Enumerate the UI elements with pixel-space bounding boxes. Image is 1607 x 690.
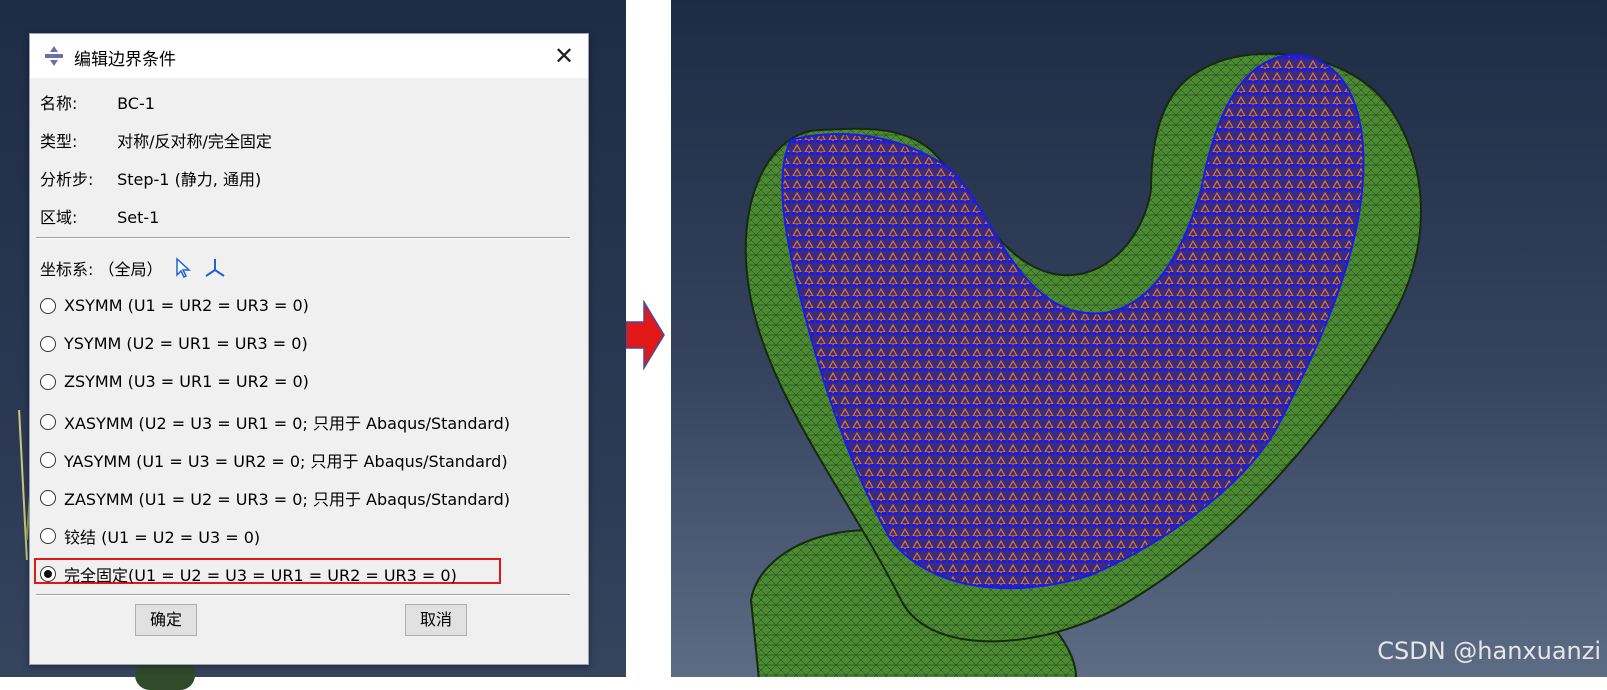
csys-label: 坐标系: （全局） — [40, 260, 163, 279]
option-label: ZSYMM (U3 = UR1 = UR2 = 0) — [64, 372, 309, 391]
option-label: 铰结 (U1 = U2 = U3 = 0) — [64, 528, 261, 547]
field-step: 分析步: Step-1 (静力, 通用) — [40, 166, 261, 190]
option-label: ZASYMM (U1 = U2 = UR3 = 0; 只用于 Abaqus/St… — [64, 490, 511, 509]
ok-button[interactable]: 确定 — [135, 604, 197, 636]
meshed-model — [744, 52, 1422, 677]
radio-button[interactable] — [40, 373, 56, 390]
field-type: 类型: 对称/反对称/完全固定 — [40, 128, 272, 152]
option-zasymm[interactable]: ZASYMM (U1 = U2 = UR3 = 0; 只用于 Abaqus/St… — [40, 486, 510, 510]
option-yasymm[interactable]: YASYMM (U1 = U3 = UR2 = 0; 只用于 Abaqus/St… — [40, 448, 508, 472]
field-value: Set-1 — [117, 208, 160, 227]
option-encastre[interactable]: 完全固定(U1 = U2 = U3 = UR1 = UR2 = UR3 = 0) — [40, 562, 457, 586]
field-label: 类型: — [40, 132, 78, 151]
field-label: 分析步: — [40, 170, 94, 189]
radio-button[interactable] — [40, 414, 56, 430]
radio-button[interactable] — [40, 335, 56, 352]
radio-button-selected[interactable] — [40, 566, 56, 582]
radio-button[interactable] — [40, 297, 56, 314]
close-button[interactable]: ✕ — [548, 40, 580, 72]
option-label: 完全固定(U1 = U2 = U3 = UR1 = UR2 = UR3 = 0) — [64, 566, 457, 585]
radio-button[interactable] — [40, 490, 56, 506]
model-viewport[interactable]: CSDN @hanxuanzi — [671, 0, 1607, 677]
field-name: 名称: BC-1 — [40, 90, 155, 114]
dialog-title-bar[interactable]: 编辑边界条件 ✕ — [30, 34, 588, 78]
csys-axes-icon[interactable] — [204, 257, 226, 279]
option-label: XASYMM (U2 = U3 = UR1 = 0; 只用于 Abaqus/St… — [64, 414, 511, 433]
right-arrow-icon — [626, 300, 665, 370]
option-ysymm[interactable]: YSYMM (U2 = UR1 = UR3 = 0) — [40, 334, 308, 353]
select-csys-cursor-icon[interactable] — [172, 257, 194, 279]
option-xasymm[interactable]: XASYMM (U2 = U3 = UR1 = 0; 只用于 Abaqus/St… — [40, 410, 510, 434]
field-value: BC-1 — [117, 94, 155, 113]
radio-button[interactable] — [40, 452, 56, 468]
field-label: 区域: — [40, 208, 78, 227]
boundary-condition-icon — [45, 46, 63, 66]
dialog-title: 编辑边界条件 — [74, 50, 176, 70]
edit-boundary-condition-dialog: 编辑边界条件 ✕ 名称: BC-1 类型: 对称/反对称/完全固定 分析步: S… — [29, 33, 589, 665]
option-pinned[interactable]: 铰结 (U1 = U2 = U3 = 0) — [40, 524, 260, 548]
separator — [36, 594, 570, 596]
field-label: 名称: — [40, 94, 78, 113]
option-label: XSYMM (U1 = UR2 = UR3 = 0) — [64, 296, 309, 315]
field-value: Step-1 (静力, 通用) — [117, 170, 262, 189]
separator — [36, 237, 570, 239]
field-value: 对称/反对称/完全固定 — [117, 132, 272, 151]
option-xsymm[interactable]: XSYMM (U1 = UR2 = UR3 = 0) — [40, 296, 309, 315]
field-region: 区域: Set-1 — [40, 204, 159, 228]
option-label: YASYMM (U1 = U3 = UR2 = 0; 只用于 Abaqus/St… — [64, 452, 508, 471]
csys-row: 坐标系: （全局） — [40, 256, 226, 280]
radio-button[interactable] — [40, 528, 56, 544]
option-zsymm[interactable]: ZSYMM (U3 = UR1 = UR2 = 0) — [40, 372, 309, 391]
option-label: YSYMM (U2 = UR1 = UR3 = 0) — [64, 334, 308, 353]
watermark: CSDN @hanxuanzi — [1377, 637, 1601, 665]
cancel-button[interactable]: 取消 — [405, 604, 467, 636]
